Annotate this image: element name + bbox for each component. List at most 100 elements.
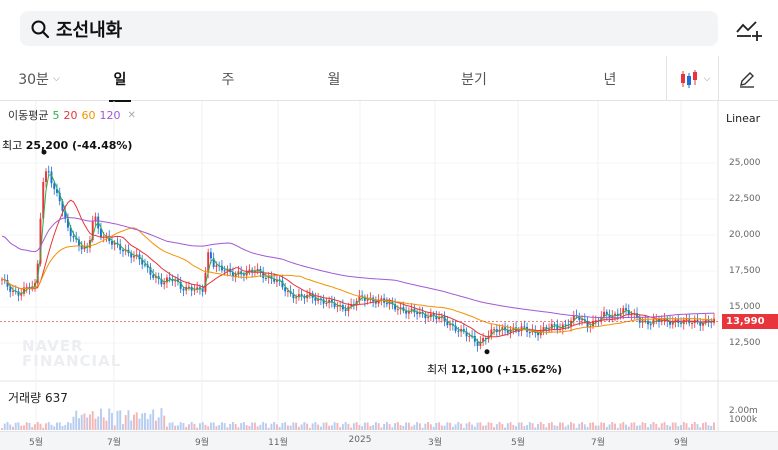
search-bar[interactable] <box>20 11 718 46</box>
volume-bar <box>526 425 529 430</box>
volume-bar <box>369 426 372 430</box>
volume-bar <box>273 422 276 430</box>
ma20-line <box>1 199 715 338</box>
volume-bar <box>462 427 465 430</box>
volume-bar <box>289 425 292 430</box>
volume-bar <box>405 422 408 430</box>
volume-bar <box>418 423 421 430</box>
volume-bar <box>281 422 284 430</box>
volume-bar <box>597 425 600 430</box>
candle-body <box>685 319 688 321</box>
volume-bar <box>616 427 619 430</box>
volume-bar <box>702 423 704 430</box>
volume-bar <box>39 423 42 430</box>
volume-bar <box>473 426 476 430</box>
legend-ma5: 5 <box>52 108 60 122</box>
volume-bar <box>83 413 86 430</box>
volume-bar <box>446 422 449 430</box>
volume-bar <box>352 423 355 430</box>
volume-bar <box>240 423 243 430</box>
volume-bar <box>3 423 6 430</box>
x-axis: 5월 7월 9월 11월 2025 3월 5월 7월 9월 <box>0 431 778 450</box>
volume-bar <box>545 427 548 430</box>
volume-bar <box>218 425 221 430</box>
tab-month[interactable]: 월 <box>312 56 356 101</box>
tab-quarter[interactable]: 분기 <box>446 56 502 101</box>
volume-bar <box>451 426 454 430</box>
tab-week[interactable]: 주 <box>206 56 250 101</box>
volume-bar <box>319 426 322 430</box>
volume-bar <box>484 425 487 430</box>
high-annotation: 최고 25,200 (-44.48%) <box>2 137 132 153</box>
tab-year[interactable]: 년 <box>588 56 632 101</box>
y-tick-label: 20,000 <box>729 230 761 240</box>
volume-bar <box>501 423 504 430</box>
volume-bar <box>64 425 67 430</box>
volume-bar <box>209 422 212 430</box>
volume-bar <box>328 425 331 430</box>
volume-bar <box>363 422 366 430</box>
volume-bar <box>58 422 61 430</box>
volume-value: 637 <box>44 391 68 405</box>
current-price-badge: 13,990 <box>722 314 778 329</box>
ma60-line <box>1 227 715 333</box>
volume-bar <box>286 425 289 430</box>
volume-bar <box>105 420 108 430</box>
volume-bar <box>86 417 89 430</box>
close-icon[interactable]: ✕ <box>127 110 135 121</box>
low-prefix: 최저 <box>427 363 448 376</box>
draw-tool-button[interactable] <box>730 56 764 101</box>
volume-bar <box>190 422 193 430</box>
watermark-line: FINANCIAL <box>22 352 122 370</box>
volume-bar <box>611 422 614 430</box>
tab-day[interactable]: 일 <box>98 56 142 101</box>
volume-bar <box>72 416 75 430</box>
volume-bar <box>583 424 586 430</box>
volume-bar <box>333 422 336 430</box>
volume-bar <box>34 424 36 430</box>
chart-type-button[interactable]: ⌵ <box>672 56 716 101</box>
volume-bar <box>396 422 399 430</box>
volume-bar <box>28 422 31 430</box>
candle-body <box>209 252 212 259</box>
volume-bar <box>449 422 452 430</box>
search-input[interactable] <box>56 18 656 39</box>
volume-bar <box>220 422 223 430</box>
volume-bar <box>45 423 47 430</box>
volume-bar <box>696 424 699 430</box>
low-value: 12,100 (+15.62%) <box>450 363 563 376</box>
volume-bar <box>517 422 520 430</box>
volume-bar <box>542 424 545 430</box>
volume-bar <box>311 423 314 430</box>
volume-bar <box>146 418 149 430</box>
compare-chart-icon[interactable] <box>734 14 762 42</box>
tab-30min[interactable]: 30분 ⌵ <box>14 56 64 101</box>
volume-bar <box>550 422 553 430</box>
pencil-icon <box>740 71 754 88</box>
volume-bar <box>468 422 471 430</box>
volume-bar <box>465 423 468 430</box>
scale-selector[interactable]: Linear <box>726 112 760 125</box>
volume-bar <box>168 422 171 430</box>
candle-body <box>264 277 267 279</box>
volume-bar <box>682 422 685 430</box>
volume-bar <box>278 426 281 430</box>
volume-bar <box>47 422 50 430</box>
volume-bar <box>157 417 160 430</box>
volume-bar <box>366 422 369 430</box>
volume-bar <box>336 422 339 430</box>
volume-bar <box>674 422 677 430</box>
volume-bar <box>438 422 441 430</box>
volume-bar <box>630 422 633 430</box>
volume-bar <box>498 422 501 430</box>
volume-bar <box>476 422 479 430</box>
volume-bar <box>592 422 595 430</box>
volume-bar <box>69 423 72 430</box>
volume-bar <box>248 425 251 430</box>
candle-body <box>630 314 633 316</box>
volume-bar <box>297 426 300 430</box>
volume-bar <box>385 422 388 430</box>
volume-bar <box>506 423 509 430</box>
volume-bar <box>25 422 28 430</box>
volume-bar <box>685 423 688 430</box>
